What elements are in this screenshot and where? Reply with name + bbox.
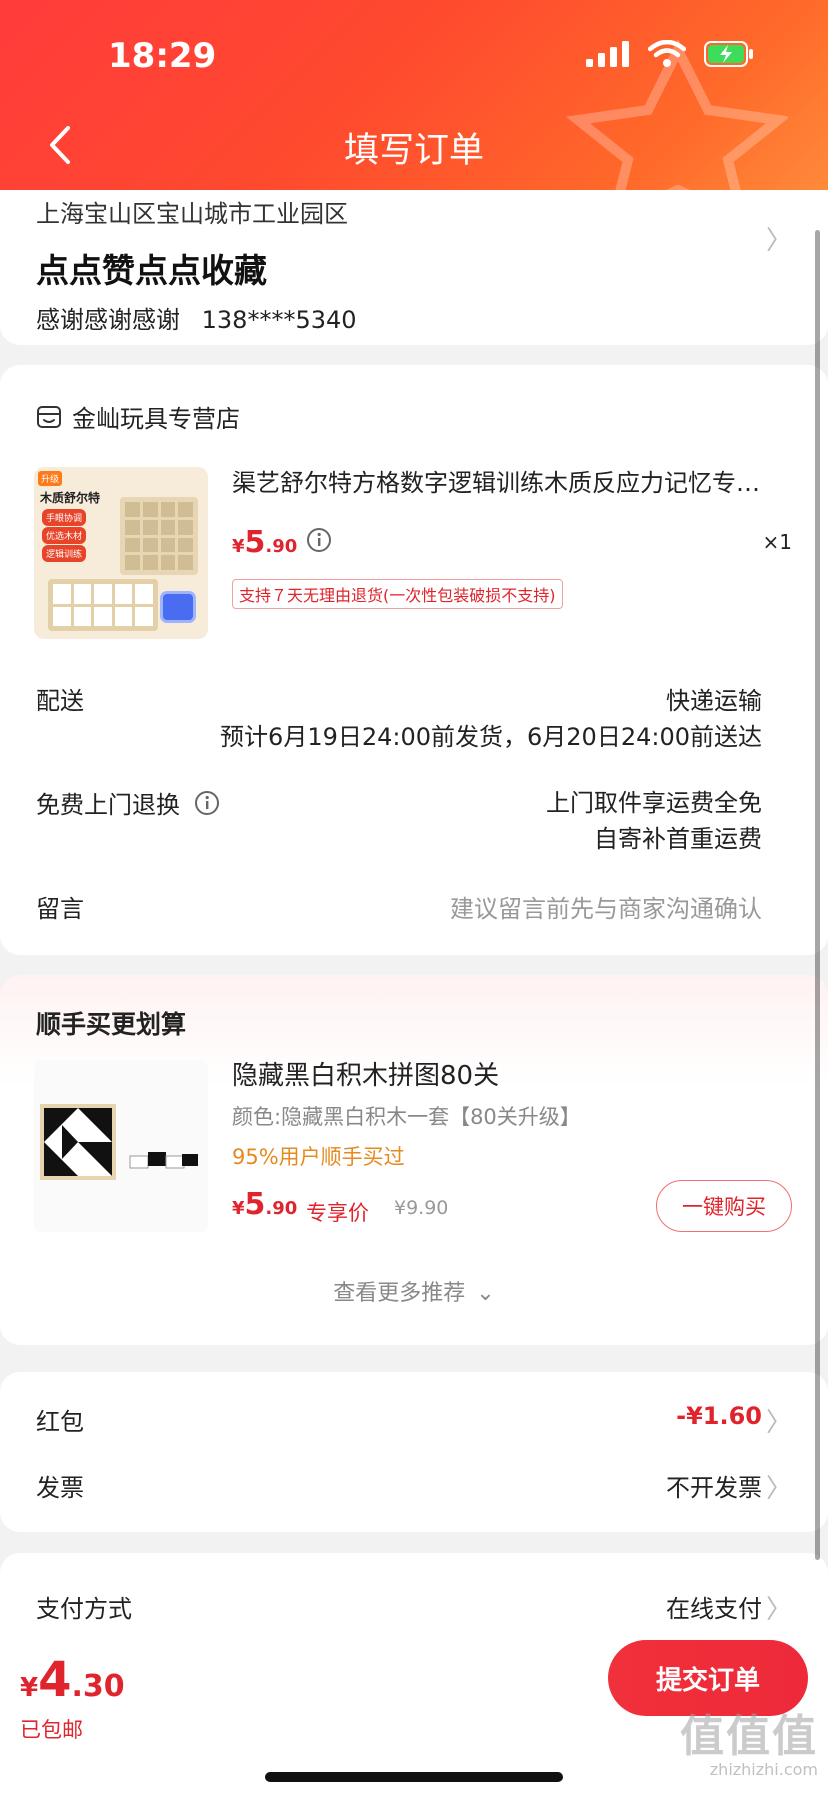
grid-board (120, 497, 198, 575)
watermark: 值值值 (680, 1711, 818, 1762)
message-label: 留言 (36, 895, 84, 923)
product-image[interactable]: 升级 木质舒尔特 手眼协调 优选木材 逻辑训练 (34, 467, 208, 639)
shipping-status: 已包邮 (20, 1718, 83, 1742)
order-card: 金屾玩具专营店 升级 木质舒尔特 手眼协调 优选木材 逻辑训练 渠艺舒尔特方格数… (0, 365, 828, 955)
image-heading: 木质舒尔特 (40, 491, 101, 505)
recommend-bought-rate: 95%用户顺手买过 (232, 1145, 405, 1169)
scrollbar[interactable] (815, 230, 820, 1560)
address-line: 上海宝山区宝山城市工业园区 (36, 200, 348, 228)
image-badge: 升级 (38, 471, 63, 486)
timer-image (160, 591, 196, 623)
store-name: 金屾玩具专营店 (72, 405, 240, 433)
home-indicator[interactable] (265, 1772, 563, 1782)
recommend-image[interactable] (34, 1060, 208, 1232)
status-time: 18:29 (108, 36, 217, 76)
more-recommendations-label: 查看更多推荐 (333, 1281, 466, 1306)
payment-label: 支付方式 (36, 1595, 132, 1623)
header: 18:29 填写订单 (0, 0, 828, 190)
address-name: 点点赞点点收藏 (36, 251, 267, 290)
info-icon[interactable] (306, 527, 332, 553)
image-tag: 逻辑训练 (42, 545, 87, 562)
red-packet-value[interactable]: -¥1.60 (676, 1402, 762, 1430)
fees-card: 红包 -¥1.60 〉 发票 不开发票 〉 (0, 1372, 828, 1532)
store-icon (37, 405, 61, 428)
payment-value[interactable]: 在线支付 (666, 1589, 762, 1624)
address-contact: 感谢感谢感谢 138****5340 (36, 300, 357, 335)
recommend-price: ¥5.90 (232, 1187, 298, 1222)
bottom-bar: ¥4.30 已包邮 提交订单 值值值 zhizhizhi.com (0, 1620, 828, 1795)
delivery-method: 快递运输 (666, 687, 762, 715)
contact-name: 感谢感谢感谢 (36, 306, 180, 334)
recommend-heading: 顺手买更划算 (36, 1010, 187, 1039)
recommend-card: 顺手买更划算 隐藏黑白积木拼图80关 颜色:隐藏黑白积木一套【80关升级】 95… (0, 975, 828, 1345)
return-policy-badge: 支持７天无理由退货(一次性包装破损不支持) (232, 579, 563, 609)
message-input[interactable]: 建议留言前先与商家沟通确认 (450, 889, 762, 924)
original-price: ¥9.90 (394, 1197, 449, 1219)
image-tag: 手眼协调 (42, 509, 87, 526)
battery-charging-icon (704, 41, 753, 67)
product-title[interactable]: 渠艺舒尔特方格数字逻辑训练木质反应力记忆专… (232, 463, 792, 498)
chevron-right-icon: 〉 (765, 226, 792, 256)
invoice-value[interactable]: 不开发票 (666, 1468, 762, 1503)
delivery-label: 配送 (36, 687, 84, 715)
watermark-url: zhizhizhi.com (709, 1760, 818, 1779)
address-card[interactable]: 上海宝山区宝山城市工业园区 点点赞点点收藏 感谢感谢感谢 138****5340… (0, 190, 828, 345)
free-return-label-text: 免费上门退换 (36, 791, 180, 819)
recommend-variant: 颜色:隐藏黑白积木一套【80关升级】 (232, 1105, 581, 1129)
product-price: ¥5.90 (232, 525, 298, 560)
signal-icon (586, 41, 629, 67)
page-title: 填写订单 (343, 131, 484, 171)
chevron-right-icon: 〉 (765, 1408, 792, 1438)
more-recommendations-link[interactable]: 查看更多推荐 ⌄ (0, 1275, 828, 1307)
free-return-label: 免费上门退换 (36, 785, 220, 820)
free-return-line2: 自寄补首重运费 (594, 825, 762, 853)
info-icon[interactable] (194, 790, 220, 816)
chevron-down-icon: ⌄ (476, 1281, 495, 1306)
recommend-title[interactable]: 隐藏黑白积木拼图80关 (232, 1055, 499, 1092)
wifi-icon (648, 40, 686, 67)
store-header[interactable]: 金屾玩具专营店 (36, 399, 240, 434)
image-tag: 优选木材 (42, 527, 87, 544)
red-packet-label: 红包 (36, 1408, 84, 1436)
exclusive-price-label: 专享价 (306, 1201, 369, 1225)
contact-phone: 138****5340 (201, 306, 357, 334)
product-quantity: ×1 (762, 530, 792, 554)
invoice-label: 发票 (36, 1474, 84, 1502)
free-return-line1: 上门取件享运费全免 (546, 789, 762, 817)
delivery-eta: 预计6月19日24:00前发货，6月20日24:00前送达 (220, 723, 762, 751)
total-price: ¥4.30 (20, 1652, 125, 1708)
chevron-right-icon: 〉 (765, 1474, 792, 1504)
puzzle-image (40, 1104, 198, 1180)
one-click-buy-button[interactable]: 一键购买 (656, 1180, 792, 1232)
tile-tray (48, 579, 158, 631)
status-icons (586, 40, 754, 68)
